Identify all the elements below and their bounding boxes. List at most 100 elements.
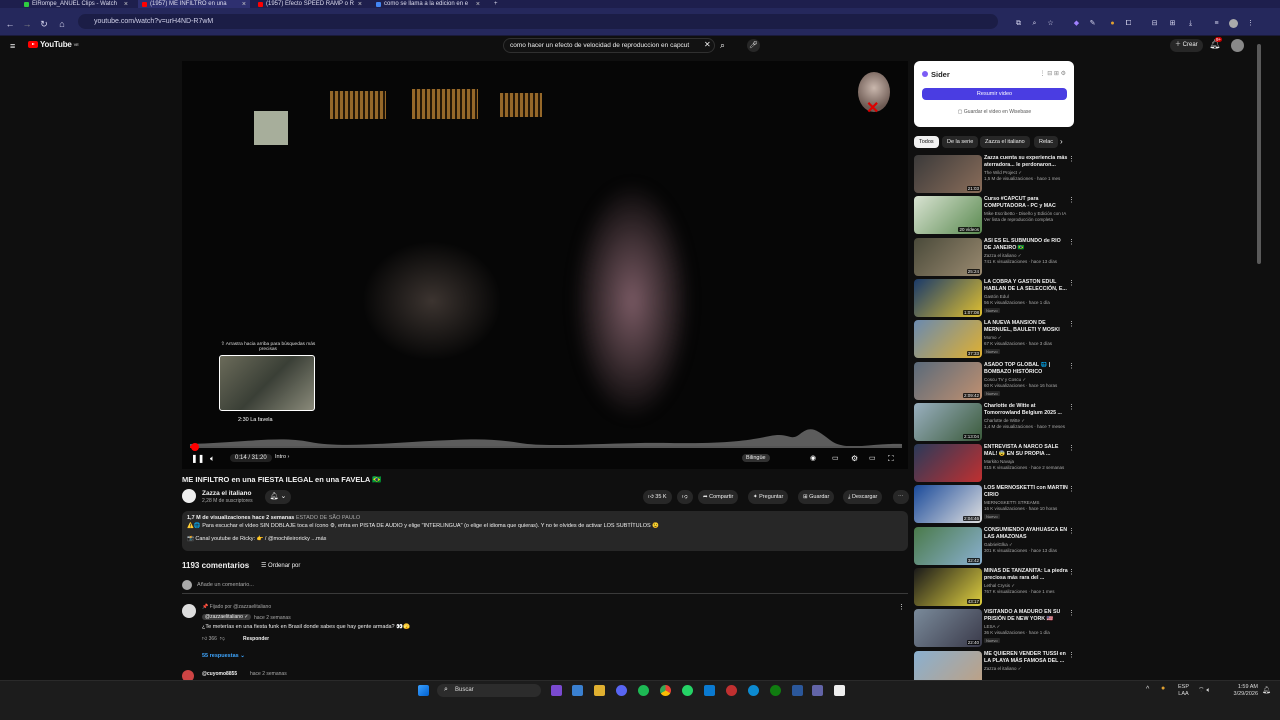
whatsapp-icon[interactable]: [682, 685, 693, 696]
subscribed-bell-button[interactable]: 🔔︎ ⌄: [265, 490, 291, 504]
network-volume-icons[interactable]: ⌔ 🔈︎: [1198, 686, 1211, 695]
browser-menu-icon[interactable]: ⋮: [1246, 19, 1255, 28]
summarize-video-button[interactable]: Resumir video: [922, 88, 1067, 100]
video-menu-icon[interactable]: ⋮: [1068, 362, 1075, 370]
video-menu-icon[interactable]: ⋮: [1068, 196, 1075, 204]
tray-app-icon[interactable]: ●: [1161, 685, 1165, 692]
forward-icon[interactable]: →: [21, 19, 33, 29]
related-video[interactable]: 20 vídeos Curso #CAPCUT para COMPUTADORA …: [914, 196, 1076, 235]
video-menu-icon[interactable]: ⋮: [1068, 403, 1075, 411]
video-menu-icon[interactable]: ⋮: [1068, 485, 1075, 493]
video-thumbnail[interactable]: 2:09:42: [914, 361, 982, 400]
subtitles-icon[interactable]: ▭: [832, 454, 839, 462]
zoom-icon[interactable]: ⌕: [1030, 19, 1039, 28]
video-menu-icon[interactable]: ⋮: [1068, 568, 1075, 576]
page-scrollbar[interactable]: [1256, 36, 1262, 680]
filter-chip[interactable]: De la serie: [942, 136, 979, 148]
filter-chip[interactable]: Relac: [1034, 136, 1059, 148]
video-menu-icon[interactable]: ⋮: [1068, 279, 1075, 287]
related-video[interactable]: 25:24 ASÍ ES EL SUBMUNDO de RIO DE JANEIR…: [914, 237, 1076, 276]
browser-tab[interactable]: (1957) ME INFILTRO en una ×: [138, 0, 250, 8]
video-thumbnail[interactable]: 37:33: [914, 320, 982, 359]
bilingual-toggle[interactable]: Bilingüe: [742, 454, 770, 462]
sider-tools-icon[interactable]: ⋮ ⊟ ⊞ ⚙: [1040, 70, 1066, 77]
discord-icon[interactable]: [616, 685, 627, 696]
close-tab-icon[interactable]: ×: [124, 1, 128, 8]
video-thumbnail[interactable]: 1:07:08: [914, 278, 982, 317]
related-video[interactable]: 2:13:04 Charlotte de Witte at Tomorrowlan…: [914, 402, 1076, 441]
video-thumbnail[interactable]: 21:03: [914, 155, 982, 193]
app-icon[interactable]: [572, 685, 583, 696]
edge-icon[interactable]: [748, 685, 759, 696]
video-thumbnail[interactable]: 22:40: [914, 609, 982, 648]
channel-name[interactable]: Zazza el italiano: [202, 490, 252, 497]
video-thumbnail[interactable]: 43:17: [914, 568, 982, 606]
notification-center-icon[interactable]: 🔔︎: [1262, 686, 1271, 694]
reload-icon[interactable]: ↻: [38, 19, 50, 30]
copilot-icon[interactable]: [551, 685, 562, 696]
sort-comments-button[interactable]: ☰ Ordenar por: [261, 562, 300, 569]
settings-gear-icon[interactable]: ⚙: [851, 454, 858, 463]
save-to-wisebase-link[interactable]: ▢ Guardar el video en Wisebase: [922, 109, 1067, 115]
related-video[interactable]: 37:33 LA NUEVA MANSIÓN DE MERNUEL, BAULET…: [914, 320, 1076, 359]
related-video[interactable]: 21:03 Zazza cuenta su experiencia más ate…: [914, 155, 1076, 193]
video-menu-icon[interactable]: ⋮: [1068, 527, 1075, 535]
related-video[interactable]: 2:04:46 LOS MERNOSKETTI con MARTÍN CIRIO M…: [914, 485, 1076, 524]
close-tab-icon[interactable]: ×: [476, 1, 480, 8]
app-icon[interactable]: [726, 685, 737, 696]
split-view-icon[interactable]: ⊞: [1168, 19, 1177, 28]
browser-tab[interactable]: como se llama a la edicion en e ×: [372, 0, 484, 8]
chips-next-icon[interactable]: ›: [1060, 137, 1063, 146]
capcut-icon[interactable]: [834, 685, 845, 696]
vscode-icon[interactable]: [704, 685, 715, 696]
home-icon[interactable]: ⌂: [56, 19, 68, 29]
search-icon[interactable]: ⌕: [720, 40, 725, 51]
dislike-button[interactable]: 👎︎: [677, 490, 693, 504]
volume-icon[interactable]: 🔈︎: [210, 454, 215, 464]
browser-tab[interactable]: ElRompe_ANUEL Clips - Watch ×: [20, 0, 132, 8]
back-icon[interactable]: ←: [4, 19, 16, 29]
video-menu-icon[interactable]: ⋮: [1068, 155, 1075, 163]
add-comment-field[interactable]: Añade un comentario...: [182, 580, 908, 594]
video-menu-icon[interactable]: ⋮: [1068, 651, 1075, 659]
progress-bar[interactable]: [190, 443, 902, 451]
more-actions-button[interactable]: ⋯: [893, 490, 909, 504]
video-thumbnail[interactable]: 2:04:46: [914, 485, 982, 524]
fullscreen-icon[interactable]: ⛶: [888, 454, 894, 464]
video-menu-icon[interactable]: ⋮: [1068, 320, 1075, 328]
like-button[interactable]: 👍︎ 35 K: [643, 490, 672, 504]
ask-button[interactable]: ✦ Preguntar: [748, 490, 789, 504]
extension-icon[interactable]: ●: [1108, 19, 1117, 28]
related-video[interactable]: 43:17 MINAS DE TANZANITA: La piedra preci…: [914, 568, 1076, 606]
filter-chip[interactable]: Todos: [914, 136, 939, 148]
file-explorer-icon[interactable]: [594, 685, 605, 696]
comment-avatar[interactable]: [182, 604, 196, 618]
tab-search-icon[interactable]: ⊟: [1150, 19, 1159, 28]
autoplay-icon[interactable]: ◉: [810, 454, 816, 462]
comment-author[interactable]: @cuyomo8855: [202, 671, 237, 677]
filter-chip[interactable]: Zazza el italiano: [980, 136, 1030, 148]
close-tab-icon[interactable]: ×: [358, 1, 362, 8]
channel-avatar[interactable]: [182, 489, 196, 503]
youtube-logo[interactable]: YouTube VE: [28, 40, 79, 49]
video-menu-icon[interactable]: ⋮: [1068, 238, 1075, 246]
related-video[interactable]: 32:42 CONSUMIENDO AYAHUASCA EN LAS AMAZON…: [914, 526, 1076, 565]
bookmark-star-icon[interactable]: ☆: [1046, 19, 1055, 28]
related-video[interactable]: 2:09:42 ASADO TOP GLOBAL 🌐 | BOMBAZO HIST…: [914, 361, 1076, 400]
pen-extension-icon[interactable]: ✎: [1088, 19, 1097, 28]
video-thumbnail[interactable]: 25:24: [914, 237, 982, 276]
profile-avatar-icon[interactable]: [1229, 19, 1238, 28]
related-video[interactable]: 1:07:08 LA COBRA Y GASTÓN EDUL HABLAN DE …: [914, 278, 1076, 317]
extensions-puzzle-icon[interactable]: ⧠: [1124, 19, 1133, 28]
windows-start-icon[interactable]: [418, 685, 429, 696]
xbox-icon[interactable]: [770, 685, 781, 696]
share-button[interactable]: ➦ Compartir: [698, 490, 739, 504]
clock[interactable]: 1:59 AM 3/29/2026: [1228, 684, 1258, 698]
video-thumbnail[interactable]: [914, 444, 982, 483]
related-video[interactable]: ENTREVISTA A NARCO SALE MAL! 😨 EN SU PRO…: [914, 444, 1076, 483]
related-video[interactable]: 22:40 VISITANDO A MADURO EN SU PRISIÓN DE…: [914, 609, 1076, 648]
chrome-icon[interactable]: [660, 685, 671, 696]
description-box[interactable]: 1,7 M de visualizaciones hace 2 semanas …: [182, 511, 908, 551]
word-icon[interactable]: [792, 685, 803, 696]
menu-hamburger-icon[interactable]: ≡: [10, 41, 15, 51]
